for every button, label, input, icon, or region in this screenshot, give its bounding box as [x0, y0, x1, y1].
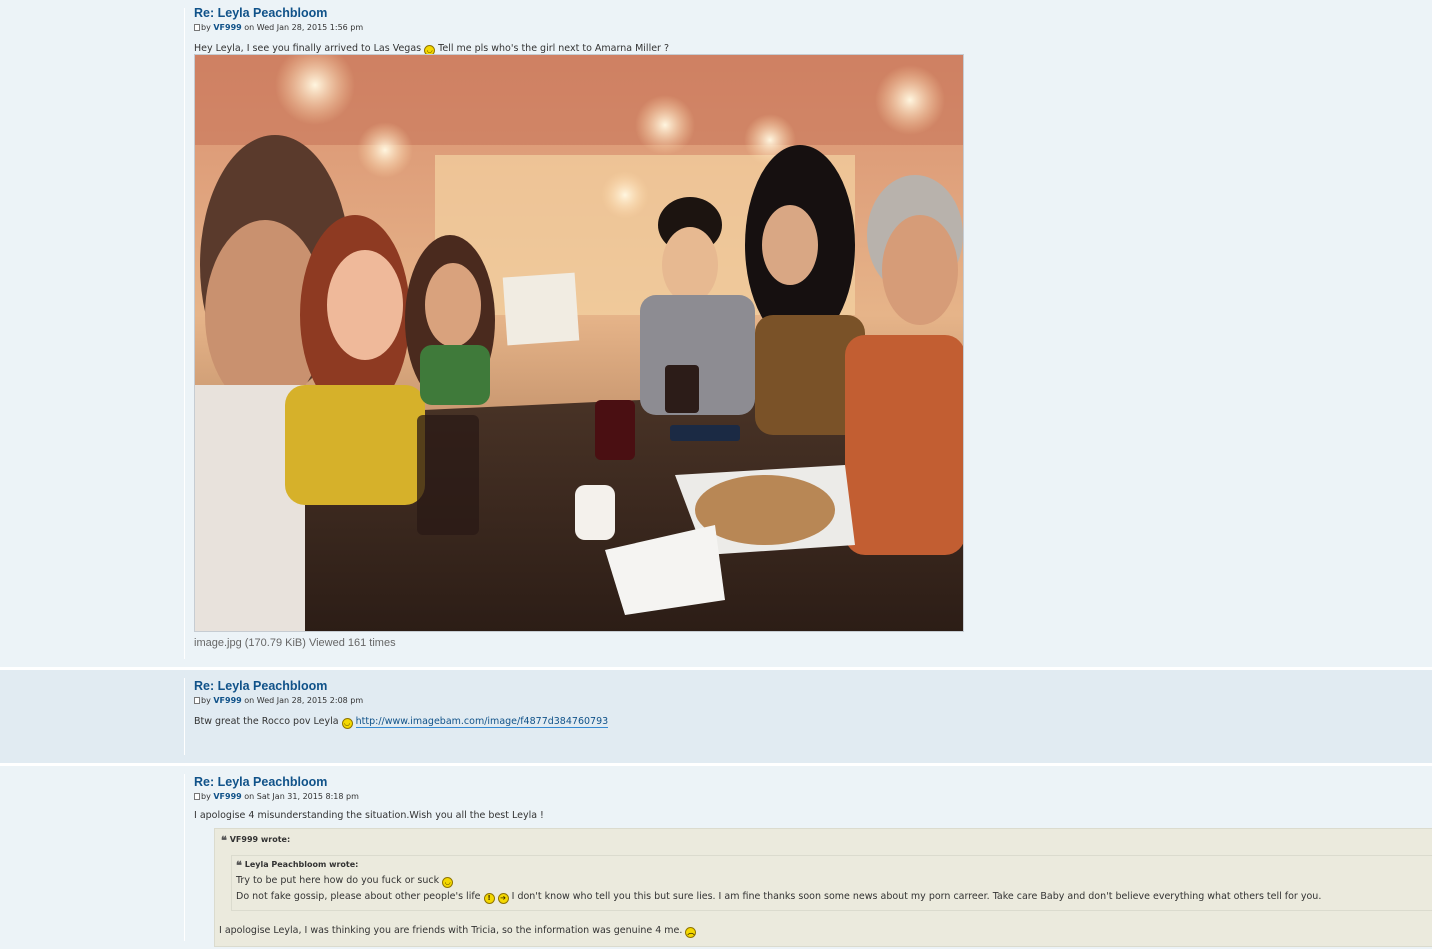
nested-quote-block: ❝ Leyla Peachbloom wrote: Try to be put …	[231, 855, 1432, 911]
post-3: Re: Leyla Peachbloom by VF999 on Sat Jan…	[0, 766, 1432, 949]
quote-line: Do not fake gossip, please about other p…	[236, 889, 1321, 905]
quote-cite-text: VF999 wrote:	[229, 835, 291, 844]
post-1: Re: Leyla Peachbloom by VF999 on Wed Jan…	[0, 0, 1432, 667]
post-text: Hey Leyla, I see you finally arrived to …	[194, 43, 422, 54]
post-link[interactable]: http://www.imagebam.com/image/f4877d3847…	[355, 716, 609, 728]
author-prefix: by	[201, 792, 211, 801]
author-username[interactable]: VF999	[213, 23, 241, 32]
quote-text: I apologise Leyla, I was thinking you ar…	[219, 925, 683, 936]
post-body: Re: Leyla Peachbloom by VF999 on Wed Jan…	[194, 678, 1432, 758]
quote-line: Try to be put here how do you fuck or su…	[236, 873, 454, 889]
post-author-line: by VF999 on Sat Jan 31, 2015 8:18 pm	[194, 790, 1432, 804]
quote-cite: ❝ VF999 wrote:	[221, 833, 290, 848]
quote-text: Do not fake gossip, please about other p…	[236, 891, 481, 902]
post-content: I apologise 4 misunderstanding the situa…	[194, 808, 1432, 824]
author-username[interactable]: VF999	[213, 696, 241, 705]
post-text: I apologise 4 misunderstanding the situa…	[194, 810, 544, 821]
post-author-line: by VF999 on Wed Jan 28, 2015 2:08 pm	[194, 694, 1432, 708]
post-date: on Wed Jan 28, 2015 2:08 pm	[244, 696, 364, 705]
sad-icon: ︵	[685, 927, 697, 938]
attached-image[interactable]	[194, 54, 964, 632]
attachment-filename[interactable]: image.jpg	[194, 637, 242, 649]
attachment-stats: (170.79 KiB) Viewed 161 times	[244, 637, 396, 649]
post-title[interactable]: Re: Leyla Peachbloom	[194, 774, 1432, 790]
post-title[interactable]: Re: Leyla Peachbloom	[194, 5, 1432, 21]
author-prefix: by	[201, 23, 211, 32]
post-author-line: by VF999 on Wed Jan 28, 2015 1:56 pm	[194, 21, 1432, 35]
post-body: Re: Leyla Peachbloom by VF999 on Wed Jan…	[194, 5, 1432, 665]
post-text: Tell me pls who's the girl next to Amarn…	[438, 43, 670, 54]
wink-icon: ◡	[442, 877, 454, 888]
smile-icon: ◡	[341, 718, 353, 729]
post-content: Btw great the Rocco pov Leyla ◡ http://w…	[194, 714, 1432, 730]
quote-block: ❝ VF999 wrote: ❝ Leyla Peachbloom wrote:…	[214, 828, 1432, 947]
quote-cite-text: Leyla Peachbloom wrote:	[244, 860, 359, 869]
post-2: Re: Leyla Peachbloom by VF999 on Wed Jan…	[0, 670, 1432, 763]
arrow-icon: ➔	[497, 893, 509, 904]
quote-cite: ❝ Leyla Peachbloom wrote:	[236, 858, 358, 873]
author-username[interactable]: VF999	[213, 792, 241, 801]
quote-line: I apologise Leyla, I was thinking you ar…	[219, 923, 697, 939]
post-icon[interactable]	[194, 697, 200, 704]
quote-text: I don't know who tell you this but sure …	[511, 891, 1322, 902]
post-profile-column	[184, 774, 185, 941]
post-text: Btw great the Rocco pov Leyla	[194, 716, 339, 727]
post-title[interactable]: Re: Leyla Peachbloom	[194, 678, 1432, 694]
author-prefix: by	[201, 696, 211, 705]
post-body: Re: Leyla Peachbloom by VF999 on Sat Jan…	[194, 774, 1432, 949]
attachment-info: image.jpg (170.79 KiB) Viewed 161 times	[194, 637, 396, 649]
post-icon[interactable]	[194, 24, 200, 31]
quote-icon: ❝	[221, 834, 227, 847]
post-date: on Wed Jan 28, 2015 1:56 pm	[244, 23, 364, 32]
post-date: on Sat Jan 31, 2015 8:18 pm	[244, 792, 359, 801]
quote-icon: ❝	[236, 859, 242, 872]
post-icon[interactable]	[194, 793, 200, 800]
post-profile-column	[184, 678, 185, 755]
post-profile-column	[184, 8, 185, 659]
quote-text: Try to be put here how do you fuck or su…	[236, 875, 440, 886]
exclaim-icon: !	[483, 893, 495, 904]
